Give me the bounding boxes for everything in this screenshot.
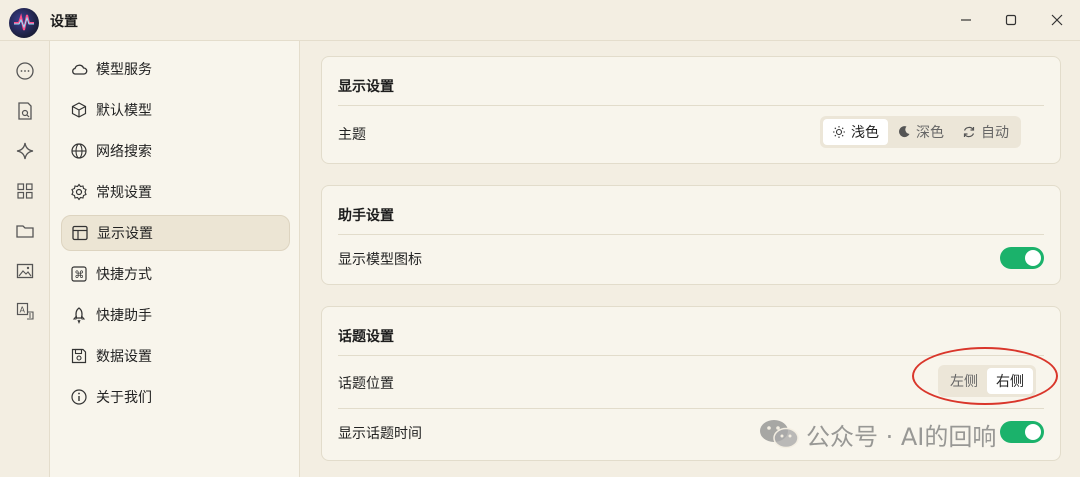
title-bar: 设置	[0, 0, 1080, 41]
nav-item-data-settings[interactable]: 数据设置	[61, 338, 290, 374]
display-settings-card: 显示设置 主题 浅色 深色 自动	[321, 56, 1061, 164]
divider	[338, 234, 1044, 235]
card-title: 显示设置	[338, 79, 394, 95]
theme-option-label: 深色	[916, 125, 944, 141]
nav-item-display-settings[interactable]: 显示设置	[61, 215, 290, 251]
show-topic-time-toggle[interactable]	[1000, 421, 1044, 443]
sparkle-icon[interactable]	[13, 139, 37, 163]
wechat-icon	[760, 420, 799, 449]
nav-item-label: 快捷方式	[96, 267, 152, 283]
close-icon	[1051, 14, 1063, 26]
theme-label: 主题	[338, 127, 366, 143]
nav-item-label: 数据设置	[96, 349, 152, 365]
theme-option-light[interactable]: 浅色	[823, 119, 888, 145]
nav-item-label: 网络搜索	[96, 144, 152, 160]
settings-nav: 模型服务 默认模型 网络搜索 常规设置 显示设置 ⌘ 快捷方式 快捷助手 数据设…	[50, 41, 300, 477]
cube-icon	[70, 101, 88, 119]
globe-icon	[70, 142, 88, 160]
watermark: 公众号 · AI的回响	[758, 414, 996, 454]
card-title: 话题设置	[338, 329, 394, 345]
svg-text:⌘: ⌘	[74, 270, 84, 281]
layout-icon	[71, 224, 89, 242]
divider	[338, 408, 1044, 409]
annotation-ellipse	[912, 347, 1058, 405]
moon-icon	[897, 125, 911, 139]
save-icon	[70, 347, 88, 365]
nav-item-label: 模型服务	[96, 62, 152, 78]
theme-option-dark[interactable]: 深色	[888, 119, 953, 145]
settings-content: 显示设置 主题 浅色 深色 自动 助手设置 显示模型图标 话题设置 话题位置 左…	[300, 41, 1080, 477]
assistant-settings-card: 助手设置 显示模型图标	[321, 185, 1061, 285]
nav-item-label: 快捷助手	[96, 308, 152, 324]
theme-option-label: 浅色	[851, 125, 879, 141]
minimize-icon	[961, 19, 971, 21]
nav-item-general-settings[interactable]: 常规设置	[61, 174, 290, 210]
chat-icon[interactable]	[13, 59, 37, 83]
nav-item-model-service[interactable]: 模型服务	[61, 51, 290, 87]
topic-position-label: 话题位置	[338, 376, 394, 392]
show-model-icon-label: 显示模型图标	[338, 252, 422, 268]
window-title: 设置	[50, 14, 78, 30]
translate-icon[interactable]: A	[13, 299, 37, 323]
nav-item-default-model[interactable]: 默认模型	[61, 92, 290, 128]
image-icon[interactable]	[13, 259, 37, 283]
command-icon: ⌘	[70, 265, 88, 283]
minimize-button[interactable]	[951, 8, 981, 32]
nav-item-label: 默认模型	[96, 103, 152, 119]
nav-item-shortcuts[interactable]: ⌘ 快捷方式	[61, 256, 290, 292]
nav-item-web-search[interactable]: 网络搜索	[61, 133, 290, 169]
show-model-icon-toggle[interactable]	[1000, 247, 1044, 269]
nav-item-label: 显示设置	[97, 226, 153, 242]
close-button[interactable]	[1042, 8, 1072, 32]
document-search-icon[interactable]	[13, 99, 37, 123]
theme-option-label: 自动	[981, 125, 1009, 141]
nav-item-label: 关于我们	[96, 390, 152, 406]
folder-icon[interactable]	[13, 219, 37, 243]
nav-item-quick-assistant[interactable]: 快捷助手	[61, 297, 290, 333]
maximize-button[interactable]	[996, 8, 1026, 32]
svg-text:A: A	[20, 306, 26, 315]
gear-icon	[70, 183, 88, 201]
divider	[338, 105, 1044, 106]
maximize-icon	[1005, 14, 1017, 26]
nav-item-label: 常规设置	[96, 185, 152, 201]
theme-selector: 浅色 深色 自动	[820, 116, 1021, 148]
nav-item-about-us[interactable]: 关于我们	[61, 379, 290, 415]
card-title: 助手设置	[338, 208, 394, 224]
grid-icon[interactable]	[13, 179, 37, 203]
left-rail: A	[0, 41, 50, 477]
refresh-icon	[962, 125, 976, 139]
toggle-knob	[1025, 424, 1041, 440]
toggle-knob	[1025, 250, 1041, 266]
cloud-icon	[70, 60, 88, 78]
app-logo	[9, 8, 39, 38]
theme-option-auto[interactable]: 自动	[953, 119, 1018, 145]
show-topic-time-label: 显示话题时间	[338, 426, 422, 442]
sun-icon	[832, 125, 846, 139]
watermark-text: 公众号 · AI的回响	[806, 422, 997, 451]
info-icon	[70, 388, 88, 406]
rocket-icon	[70, 306, 88, 324]
